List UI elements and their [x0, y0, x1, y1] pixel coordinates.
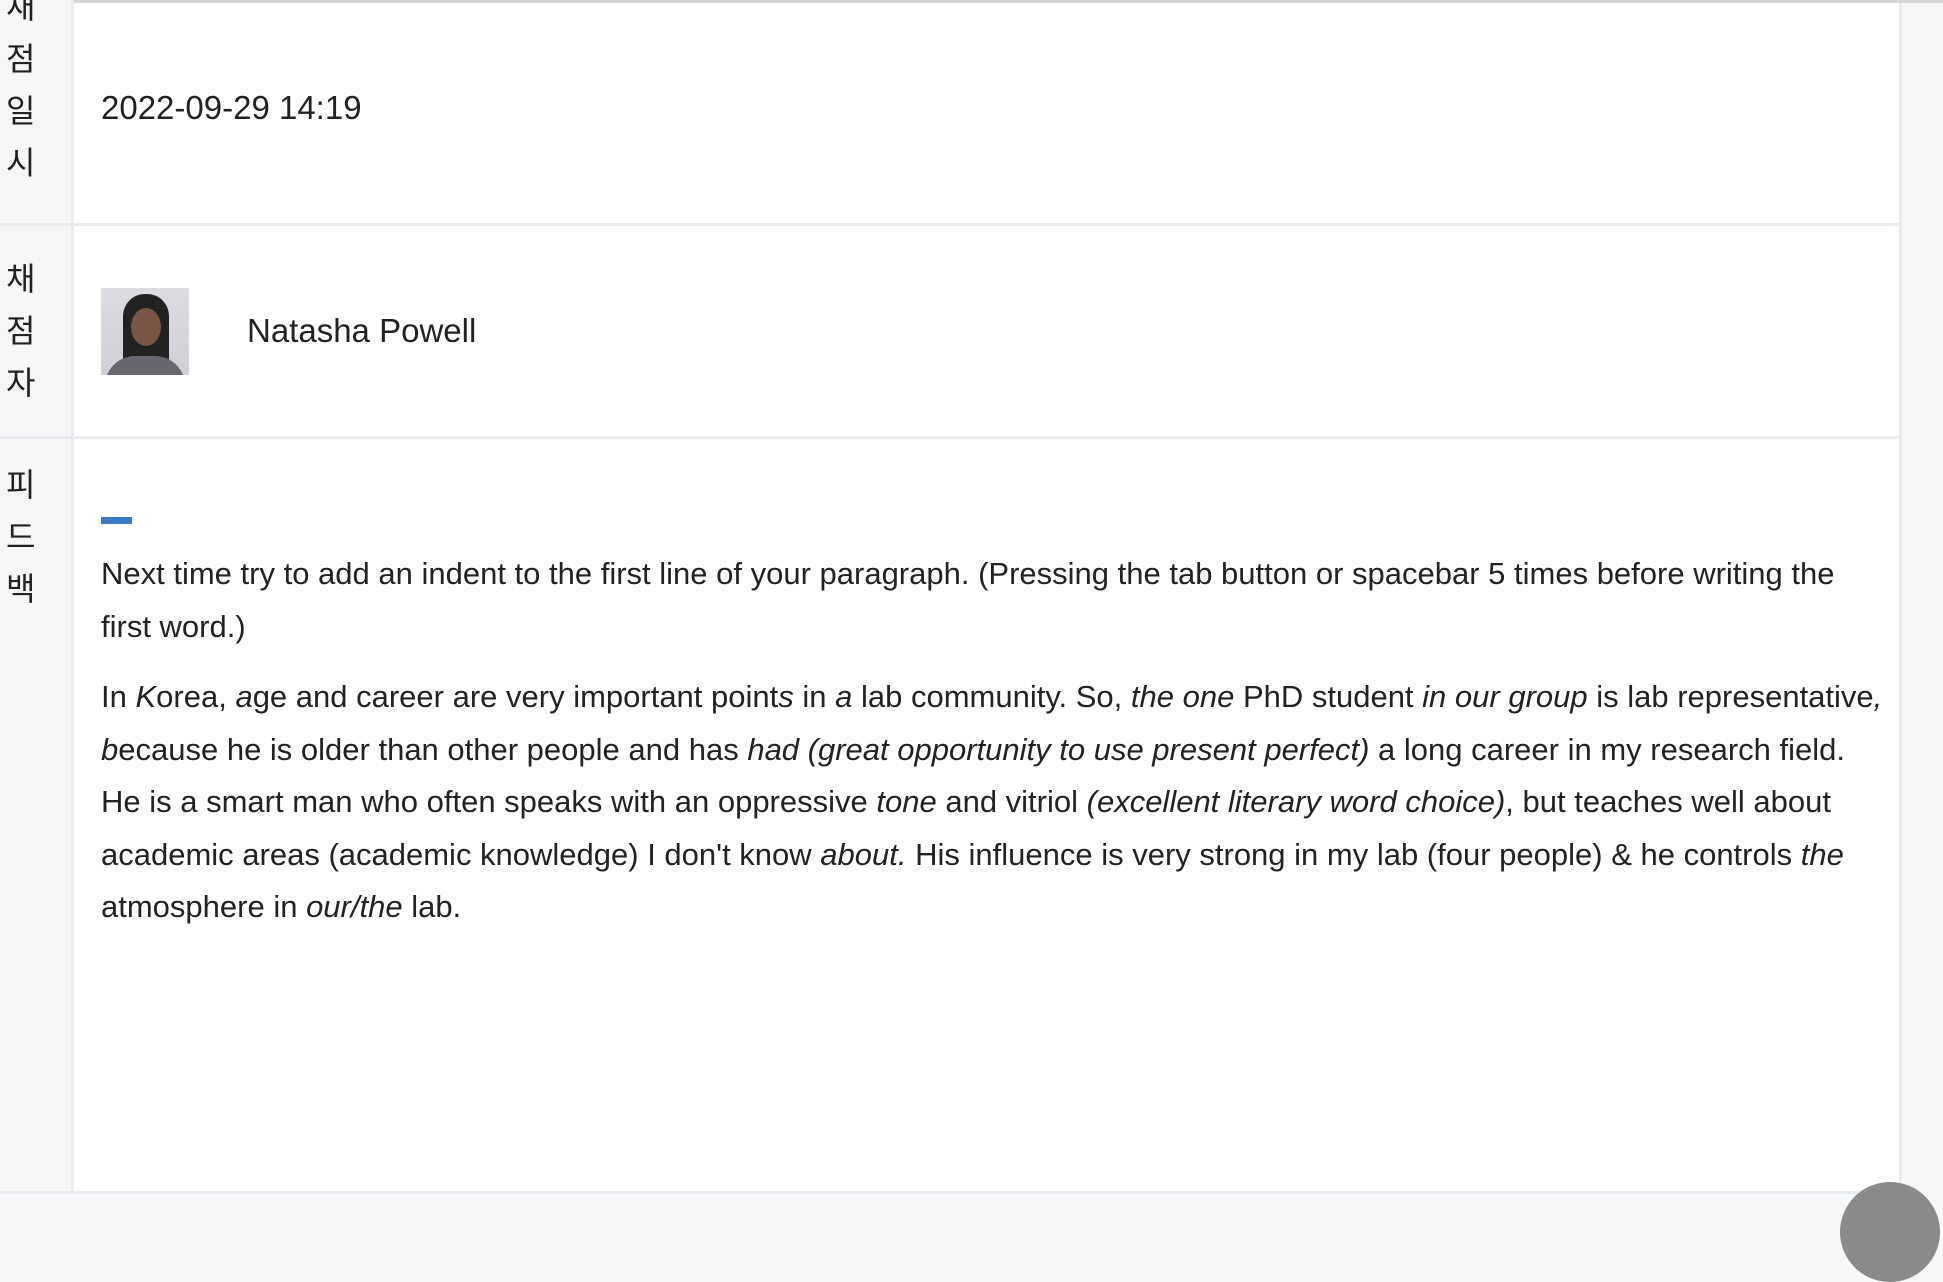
graded-at-value: 2022-09-29 14:19: [101, 89, 362, 126]
feedback-paragraph: Next time try to add an indent to the fi…: [101, 548, 1891, 653]
label-char: 점: [6, 313, 36, 349]
feedback-correction: K: [135, 679, 157, 714]
grading-info-table: 재점일시 2022-09-29 14:19 채점자 Natasha Powell…: [0, 0, 1902, 1194]
grader-name: Natasha Powell: [247, 312, 477, 349]
label-char: 점: [6, 41, 36, 77]
feedback-correction: a: [835, 679, 853, 714]
feedback-correction: about.: [820, 836, 907, 872]
label-char: 피: [6, 467, 36, 503]
feedback-text: ecause he is older than other people and…: [118, 731, 748, 767]
feedback-paragraph: In Korea, age and career are very import…: [101, 671, 1891, 934]
label-char: 백: [6, 571, 36, 607]
feedback-correction: the one: [1130, 679, 1235, 714]
label-graded-at: 재점일시: [0, 0, 74, 223]
feedback-correction: the: [1800, 836, 1844, 872]
label-char: 자: [6, 365, 36, 401]
grader-cell: Natasha Powell: [74, 226, 1902, 436]
row-feedback: 피드백 Next time try to add an indent to th…: [0, 439, 1902, 1194]
feedback-text: In: [101, 679, 136, 714]
label-char: 일: [6, 93, 36, 129]
feedback-correction: (excellent literary word choice): [1086, 784, 1506, 819]
feedback-correction: had (great opportunity to use present pe…: [747, 731, 1370, 767]
feedback-text: His influence is very strong in my lab (…: [906, 836, 1801, 872]
row-grader: 채점자 Natasha Powell: [0, 226, 1902, 439]
label-grader: 채점자: [0, 226, 74, 436]
floating-action-button[interactable]: [1840, 1182, 1940, 1282]
label-char: 시: [6, 145, 36, 181]
label-feedback: 피드백: [0, 439, 74, 1191]
feedback-correction: tone: [876, 784, 937, 819]
graded-at-cell: 2022-09-29 14:19: [74, 3, 1902, 223]
feedback-text: PhD student: [1234, 679, 1423, 714]
label-char: 재: [6, 0, 36, 25]
feedback-correction: in our group: [1422, 679, 1588, 714]
row-graded-at: 재점일시 2022-09-29 14:19: [0, 0, 1902, 226]
feedback-text: Next time try to add an indent to the fi…: [101, 556, 1835, 644]
label-char: 채: [6, 261, 36, 297]
feedback-correction: our/the: [306, 889, 403, 924]
feedback-text: in: [793, 679, 836, 714]
feedback-text: is lab representative: [1587, 679, 1874, 714]
avatar: [101, 287, 189, 375]
feedback-correction: s: [778, 679, 794, 714]
label-char: 드: [6, 519, 36, 555]
feedback-text: lab.: [402, 889, 462, 924]
feedback-cell: Next time try to add an indent to the fi…: [74, 439, 1902, 1191]
accent-bar: [101, 517, 132, 524]
feedback-text: and vitriol: [936, 784, 1087, 819]
feedback-text: lab community. So,: [852, 679, 1131, 714]
feedback-text: orea,: [156, 679, 236, 714]
feedback-text: atmosphere in: [101, 889, 307, 924]
feedback-correction: a: [235, 679, 253, 714]
feedback-text: ge and career are very important point: [252, 679, 779, 714]
